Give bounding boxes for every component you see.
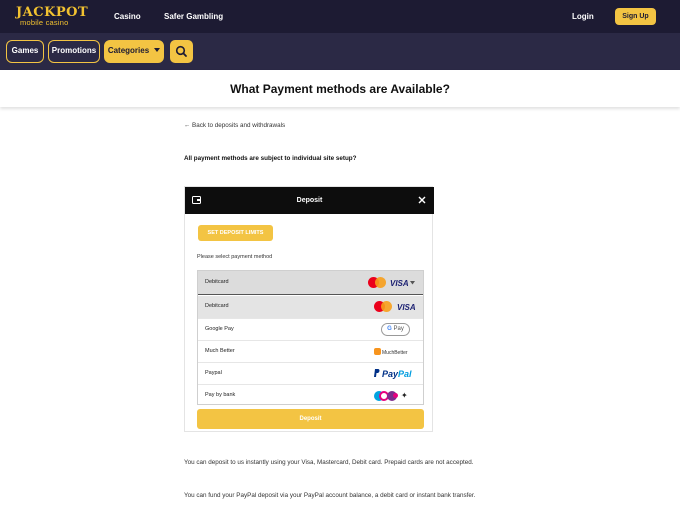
search-button[interactable]	[170, 40, 193, 63]
option-debitcard[interactable]: Debitcard VISA	[198, 296, 423, 318]
mastercard-icon	[374, 301, 392, 312]
jackpot-logo[interactable]: JACKPOT mobile casino	[16, 6, 88, 28]
modal-header: Deposit	[185, 187, 434, 214]
deposit-modal-image: Deposit SET DEPOSIT LIMITS Please select…	[184, 186, 434, 432]
deposit-button[interactable]: Deposit	[197, 409, 424, 429]
page-title: What Payment methods are Available?	[230, 82, 450, 96]
option-label: Google Pay	[205, 326, 234, 332]
dropdown-selected[interactable]: Debitcard VISA	[198, 271, 423, 295]
payment-method-label: Please select payment method	[197, 254, 273, 260]
option-google-pay[interactable]: Google Pay G Pay	[198, 318, 423, 340]
login-link[interactable]: Login	[572, 12, 594, 22]
gpay-g: G	[387, 326, 392, 332]
paypal-icon: PayPal	[382, 369, 412, 379]
mastercard-icon	[368, 277, 386, 288]
close-icon[interactable]	[418, 196, 426, 204]
modal-title: Deposit	[296, 197, 323, 204]
card-deposit-text: You can deposit to us instantly using yo…	[184, 459, 474, 466]
paypal-pal: Pal	[398, 369, 412, 379]
paypal-deposit-text: You can fund your PayPal deposit via you…	[184, 492, 476, 499]
payment-method-dropdown[interactable]: Debitcard VISA Debitcard VISA Google Pay…	[197, 270, 424, 405]
gpay-pay: Pay	[393, 326, 404, 332]
nav-link-safer-gambling[interactable]: Safer Gambling	[164, 12, 223, 22]
set-deposit-limits-button[interactable]: SET DEPOSIT LIMITS	[198, 225, 273, 241]
categories-label: Categories	[107, 46, 150, 55]
promotions-button[interactable]: Promotions	[48, 40, 100, 63]
pay-by-bank-icon: ✦	[374, 390, 416, 402]
logo-tagline: mobile casino	[20, 18, 69, 27]
muchbetter-wordmark: MuchBetter	[382, 350, 408, 356]
setup-note: All payment methods are subject to indiv…	[184, 155, 357, 162]
sign-up-button[interactable]: Sign Up	[615, 8, 656, 25]
top-navbar: JACKPOT mobile casino Casino Safer Gambl…	[0, 0, 680, 33]
option-label: Pay by bank	[205, 392, 236, 398]
categories-dropdown[interactable]: Categories	[104, 40, 164, 63]
paypal-mark-icon	[374, 369, 380, 377]
option-pay-by-bank[interactable]: Pay by bank ✦	[198, 384, 423, 406]
muchbetter-icon: MuchBetter	[374, 348, 408, 357]
caret-down-icon	[154, 48, 161, 52]
chevron-down-icon	[410, 281, 415, 285]
visa-icon: VISA	[397, 303, 416, 312]
selected-method-label: Debitcard	[205, 279, 229, 285]
option-much-better[interactable]: Much Better MuchBetter	[198, 340, 423, 362]
option-paypal[interactable]: Paypal PayPal	[198, 362, 423, 384]
visa-icon: VISA	[390, 279, 409, 288]
option-label: Much Better	[205, 348, 235, 354]
paypal-pay: Pay	[382, 369, 399, 379]
title-band: What Payment methods are Available?	[0, 70, 680, 107]
google-pay-icon: G Pay	[381, 323, 410, 336]
option-label: Paypal	[205, 370, 222, 376]
search-icon	[175, 45, 187, 57]
back-link[interactable]: ← Back to deposits and withdrawals	[184, 122, 285, 130]
option-label: Debitcard	[205, 303, 229, 309]
category-bar: Games Promotions Categories	[0, 33, 680, 70]
nav-link-casino[interactable]: Casino	[114, 12, 141, 22]
games-button[interactable]: Games	[6, 40, 44, 63]
